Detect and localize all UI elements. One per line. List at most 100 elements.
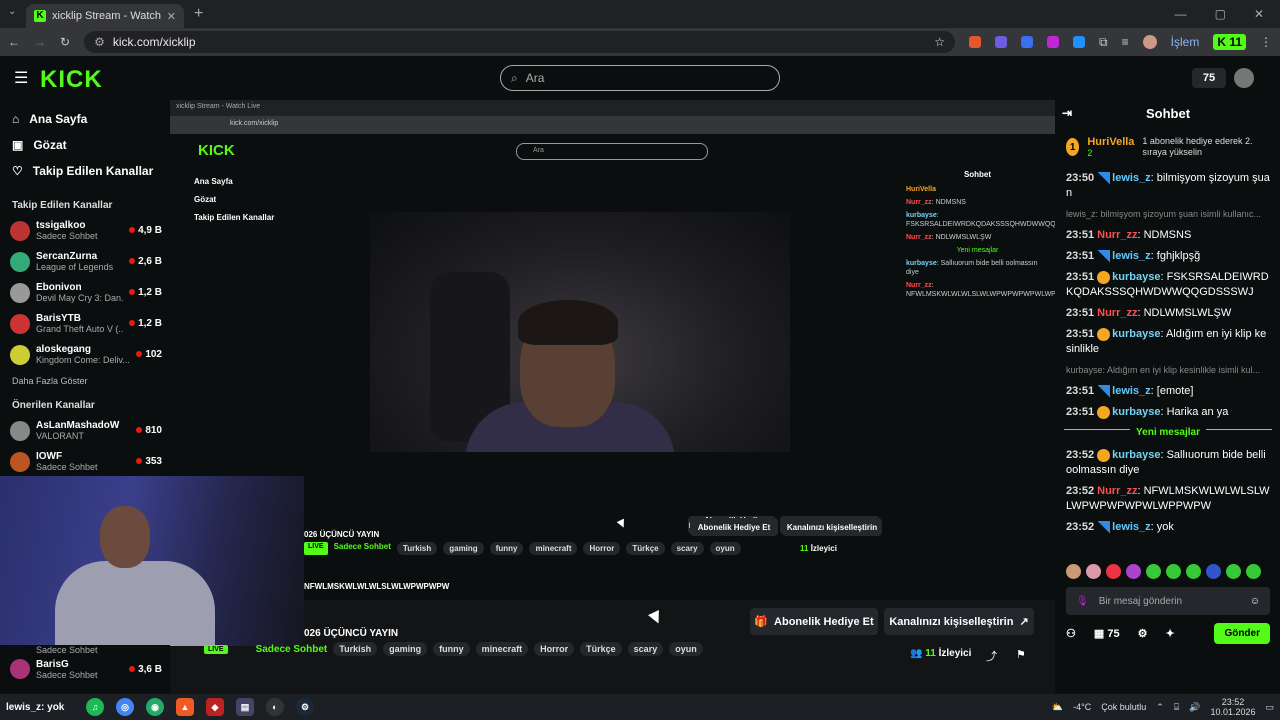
extension-icon-2[interactable] bbox=[995, 36, 1008, 48]
sidebar-channel-barisg[interactable]: BarisG Sadece Sohbet 3,6 B bbox=[0, 655, 170, 683]
tag-chip[interactable]: Turkish bbox=[333, 642, 378, 656]
site-info-icon[interactable]: ⚙ bbox=[94, 35, 105, 49]
close-window-icon[interactable]: ✕ bbox=[1254, 7, 1264, 21]
sub-leaderboard[interactable]: 1 HuriVella 2 1 abonelik hediye ederek 2… bbox=[1056, 126, 1280, 168]
message-username[interactable]: lewis_z bbox=[1112, 250, 1151, 262]
share-icon[interactable]: ⤴ bbox=[986, 648, 997, 664]
chat-settings-icon[interactable]: ⚇ bbox=[1066, 627, 1076, 640]
browser-tab[interactable]: K xicklip Stream - Watch Live ✕ bbox=[26, 4, 184, 28]
sidebar-channel[interactable]: tssigalkoo Sadece Sohbet 4,9 B bbox=[0, 215, 170, 246]
maximize-icon[interactable]: ▢ bbox=[1215, 7, 1226, 21]
nested-subscribe-gift-button[interactable]: Abonelik Hediye Et bbox=[690, 518, 778, 536]
nav-following[interactable]: ♡ Takip Edilen Kanallar bbox=[0, 158, 170, 184]
show-more-link[interactable]: Daha Fazla Göster bbox=[0, 370, 170, 392]
clock[interactable]: 23:52 10.01.2026 bbox=[1210, 697, 1255, 717]
message-username[interactable]: kurbayse bbox=[1112, 449, 1160, 461]
file-explorer-icon[interactable]: ▤ bbox=[236, 698, 254, 716]
new-tab-icon[interactable]: + bbox=[194, 5, 203, 23]
bookmark-star-icon[interactable]: ☆ bbox=[934, 35, 945, 49]
extension-icon-3[interactable] bbox=[1021, 36, 1034, 48]
notifications-icon[interactable]: ▭ bbox=[1265, 702, 1274, 713]
kick-extension-badge[interactable]: K 11 bbox=[1213, 34, 1246, 50]
steam-icon[interactable]: ⚙ bbox=[296, 698, 314, 716]
mod-tools-icon[interactable]: ⚑ bbox=[1016, 648, 1026, 661]
nested-tag[interactable]: Türkçe bbox=[626, 542, 665, 555]
emote-icon[interactable] bbox=[1186, 564, 1201, 579]
emoji-picker-icon[interactable]: ☺ bbox=[1250, 596, 1260, 607]
sidebar-channel[interactable]: AsLanMashadoW VALORANT 810 bbox=[0, 415, 170, 446]
extension-icon-4[interactable] bbox=[1047, 36, 1060, 48]
network-icon[interactable]: ⌸ bbox=[1174, 702, 1179, 713]
emote-icon[interactable] bbox=[1246, 564, 1261, 579]
nested-tag[interactable]: Horror bbox=[583, 542, 621, 555]
kick-logo[interactable]: KICK bbox=[40, 66, 103, 94]
gear-icon[interactable]: ⚙ bbox=[1138, 627, 1148, 640]
hamburger-menu-icon[interactable]: ☰ bbox=[14, 68, 28, 88]
nested-tag[interactable]: minecraft bbox=[529, 542, 578, 555]
microphone-icon[interactable]: 🎙 bbox=[1076, 596, 1089, 607]
sidebar-channel[interactable]: IOWF Sadece Sohbet 353 bbox=[0, 446, 170, 477]
chat-message-input[interactable]: 🎙 Bir mesaj gönderin ☺ bbox=[1066, 587, 1270, 615]
tag-chip[interactable]: funny bbox=[433, 642, 470, 656]
message-username[interactable]: kurbayse bbox=[1112, 328, 1160, 340]
chrome-alt-icon[interactable]: ◎ bbox=[116, 698, 134, 716]
tab-close-icon[interactable]: ✕ bbox=[167, 10, 176, 23]
spotify-icon[interactable]: ♫ bbox=[86, 698, 104, 716]
nested-customize-button[interactable]: Kanalınızı kişiselleştirin bbox=[782, 518, 882, 536]
message-username[interactable]: lewis_z bbox=[1112, 385, 1151, 397]
forward-icon[interactable]: → bbox=[34, 35, 46, 49]
nav-browse[interactable]: ▣ Gözat bbox=[0, 132, 170, 158]
category-link[interactable]: Sadece Sohbet bbox=[256, 644, 328, 655]
nested-tag[interactable]: funny bbox=[489, 542, 524, 555]
nested-tag[interactable]: gaming bbox=[443, 542, 484, 555]
tag-chip[interactable]: Türkçe bbox=[580, 642, 622, 656]
send-button[interactable]: Gönder bbox=[1214, 623, 1270, 644]
extensions-puzzle-icon[interactable]: ⧉ bbox=[1099, 35, 1108, 50]
extension-icon-5[interactable] bbox=[1073, 36, 1086, 48]
customize-channel-button[interactable]: Kanalınızı kişiselleştirin ↗ bbox=[884, 608, 1034, 635]
tag-chip[interactable]: Horror bbox=[534, 642, 575, 656]
nested-tag[interactable]: Turkish bbox=[396, 542, 438, 555]
kicks-coins-button[interactable]: 75 bbox=[1192, 68, 1226, 88]
reload-icon[interactable]: ↻ bbox=[60, 35, 70, 49]
rewards-icon[interactable]: ✦ bbox=[1165, 627, 1174, 640]
tag-chip[interactable]: minecraft bbox=[475, 642, 529, 656]
back-icon[interactable]: ← bbox=[8, 35, 20, 49]
extension-label[interactable]: İşlem bbox=[1171, 35, 1200, 49]
chrome-icon[interactable]: ◉ bbox=[146, 698, 164, 716]
voice-app-icon[interactable]: ◆ bbox=[206, 698, 224, 716]
message-username[interactable]: lewis_z bbox=[1112, 172, 1151, 184]
volume-icon[interactable]: 🔊 bbox=[1189, 702, 1200, 713]
brave-icon[interactable]: ▲ bbox=[176, 698, 194, 716]
sidebar-channel[interactable]: BarisYTB Grand Theft Auto V (... 1,2 B bbox=[0, 308, 170, 339]
collapse-chat-icon[interactable]: ⇥ bbox=[1062, 106, 1072, 120]
message-username[interactable]: lewis_z bbox=[1112, 521, 1151, 533]
message-username[interactable]: kurbayse bbox=[1112, 271, 1160, 283]
user-avatar[interactable] bbox=[1234, 68, 1254, 88]
emote-icon[interactable] bbox=[1226, 564, 1241, 579]
nested-tag[interactable]: scary bbox=[670, 542, 704, 555]
search-input[interactable]: ⌕ Ara bbox=[500, 65, 780, 91]
obs-icon[interactable]: ◐ bbox=[266, 698, 284, 716]
message-username[interactable]: kurbayse bbox=[1112, 406, 1160, 418]
reading-list-icon[interactable]: ≡ bbox=[1122, 35, 1129, 49]
url-bar[interactable]: ⚙ kick.com/xicklip ☆ bbox=[84, 31, 956, 53]
emote-icon[interactable] bbox=[1086, 564, 1101, 579]
tag-chip[interactable]: scary bbox=[627, 642, 664, 656]
minimize-icon[interactable]: — bbox=[1175, 7, 1187, 21]
message-username[interactable]: Nurr_zz bbox=[1097, 485, 1137, 497]
tag-chip[interactable]: oyun bbox=[669, 642, 703, 656]
emote-icon[interactable] bbox=[1106, 564, 1121, 579]
nested-category[interactable]: Sadece Sohbet bbox=[334, 542, 391, 555]
extension-icon-1[interactable] bbox=[969, 36, 982, 48]
emote-icon[interactable] bbox=[1066, 564, 1081, 579]
tab-menu-icon[interactable]: ⌄ bbox=[8, 6, 16, 17]
chat-coins[interactable]: ▦ 75 bbox=[1094, 627, 1120, 640]
browser-menu-icon[interactable]: ⋮ bbox=[1260, 35, 1272, 49]
nav-home[interactable]: ⌂ Ana Sayfa bbox=[0, 106, 170, 132]
emote-icon[interactable] bbox=[1146, 564, 1161, 579]
message-username[interactable]: Nurr_zz bbox=[1097, 307, 1137, 319]
sidebar-channel[interactable]: SercanZurna League of Legends 2,6 B bbox=[0, 246, 170, 277]
emote-icon[interactable] bbox=[1126, 564, 1141, 579]
message-username[interactable]: Nurr_zz bbox=[1097, 229, 1137, 241]
